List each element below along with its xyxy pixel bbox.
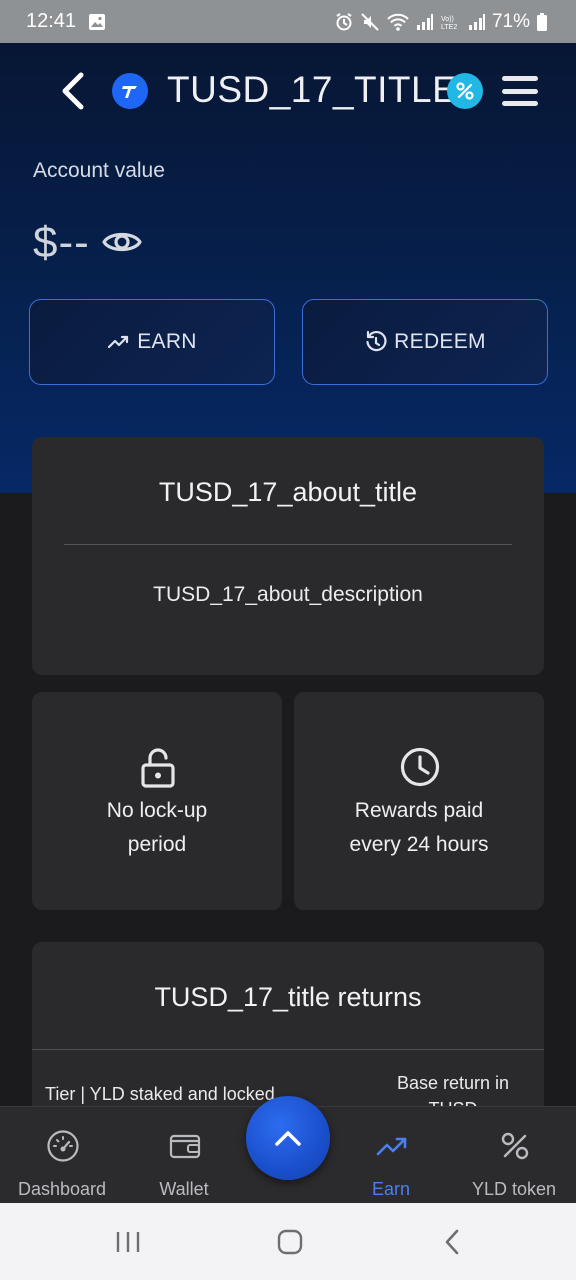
svg-text:Vo)): Vo)) [441,16,454,23]
redeem-button[interactable]: REDEEM [302,299,548,385]
redeem-button-label: REDEEM [394,330,486,353]
top-app-bar: TUSD_17_TITLE [0,43,576,139]
back-arrow-icon [445,1229,459,1255]
recent-apps-button[interactable] [108,1227,148,1257]
volte-icon: Vo)) LTE2 [441,16,457,31]
account-value: $-- [33,218,90,267]
nav-item-earn[interactable]: Earn [331,1107,451,1204]
divider [64,544,512,545]
divider [32,1049,544,1050]
recent-apps-icon [116,1232,140,1252]
about-card: TUSD_17_about_title TUSD_17_about_descri… [32,437,544,675]
nav-item-yld-token[interactable]: YLD token [454,1107,574,1204]
feature-line-2: period [127,833,187,856]
restore-icon [366,330,387,352]
wifi-icon [387,13,409,31]
nav-label: Wallet [159,1179,209,1199]
chevron-up-icon [275,1131,301,1146]
system-back-button[interactable] [432,1227,472,1257]
feature-text: Rewards paid every 24 hours [294,794,544,862]
about-description: TUSD_17_about_description [153,583,423,606]
menu-button[interactable] [500,73,540,109]
nav-label: Earn [371,1179,411,1199]
back-button[interactable] [52,69,92,113]
returns-title: TUSD_17_title returns [154,982,422,1012]
signal-icon [416,13,433,30]
wallet-icon [169,1134,201,1159]
status-bar: 12:41 Vo)) LTE2 71% [0,0,576,43]
clock-icon [400,747,440,787]
eye-icon[interactable] [102,226,142,258]
alarm-icon [336,12,352,30]
account-value-label: Account value [33,159,165,182]
feature-line-1: No lock-up [106,799,208,822]
hamburger-menu-icon [502,76,538,81]
feature-card-lockup: No lock-up period [32,692,282,910]
lock-open-icon [141,748,175,788]
mute-icon [361,12,379,31]
nav-label: Dashboard [17,1179,107,1199]
menu-line [502,101,538,106]
feature-card-rewards: Rewards paid every 24 hours [294,692,544,910]
tusd-coin-icon [112,73,148,109]
system-navigation-bar [0,1203,576,1280]
scroll-up-fab[interactable] [246,1096,330,1180]
page-title: TUSD_17_TITLE [167,69,458,110]
about-title: TUSD_17_about_title [158,477,418,507]
column-header-line-1: Base return in [396,1073,510,1093]
battery-level: 71% [491,10,530,32]
percent-icon [501,1132,529,1160]
column-header-tier: Tier | YLD staked and locked [45,1084,275,1104]
trending-up-icon [108,335,129,349]
battery-icon [537,12,547,31]
home-button[interactable] [270,1227,310,1257]
menu-line [502,88,538,94]
svg-text:LTE2: LTE2 [441,24,457,31]
nav-label: YLD token [471,1179,557,1199]
chevron-left-icon [62,72,84,110]
nav-item-wallet[interactable]: Wallet [124,1107,244,1204]
home-icon [277,1229,303,1255]
trending-up-icon [376,1137,407,1156]
feature-text: No lock-up period [32,794,282,862]
nav-item-dashboard[interactable]: Dashboard [2,1107,122,1204]
gallery-notification-icon [89,13,106,30]
feature-line-2: every 24 hours [349,833,489,856]
percent-badge-icon [447,73,483,109]
earn-button-label: EARN [137,330,197,353]
signal-icon-2 [468,13,485,30]
speedometer-icon [47,1130,79,1162]
earn-button[interactable]: EARN [29,299,275,385]
feature-line-1: Rewards paid [354,799,484,822]
status-time: 12:41 [26,10,77,32]
